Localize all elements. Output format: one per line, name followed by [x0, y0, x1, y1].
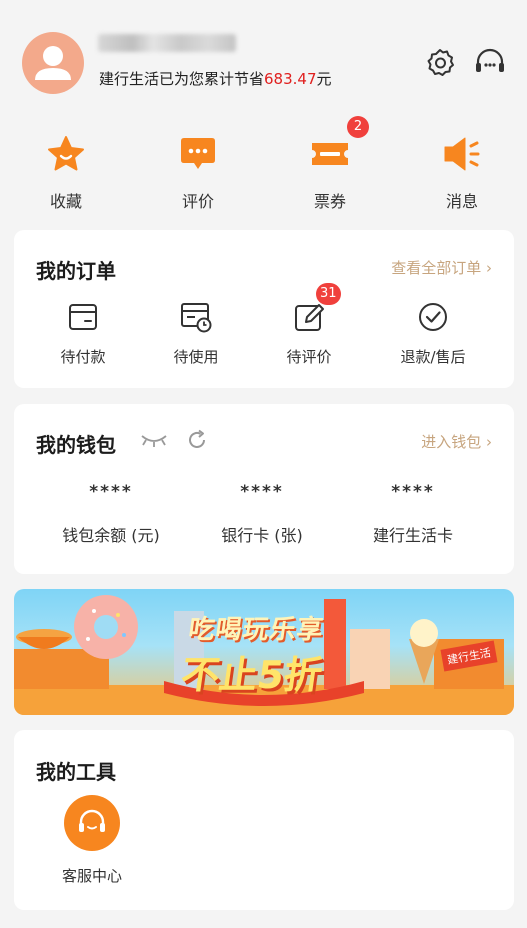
- savings-amount: 683.47: [264, 70, 317, 88]
- edit-icon: 31: [292, 283, 341, 334]
- review-count-badge: 31: [316, 283, 341, 305]
- wallet-balance[interactable]: **** 钱包余额 (元): [36, 482, 186, 546]
- wallet-bank-cards[interactable]: **** 银行卡 (张): [187, 482, 337, 546]
- tickets-badge: 2: [347, 116, 369, 138]
- banner-headline: 吃喝玩乐享: [186, 615, 326, 645]
- star-icon: [46, 134, 86, 174]
- view-all-orders-link[interactable]: 查看全部订单 ›: [391, 257, 492, 278]
- calendar-clock-icon: [179, 300, 213, 334]
- wallet-title: 我的钱包: [36, 433, 116, 457]
- banner-subheadline: 不止5折: [178, 653, 326, 697]
- quick-action-favorites[interactable]: 收藏: [21, 134, 111, 212]
- wallet-life-card[interactable]: **** 建行生活卡: [338, 482, 488, 546]
- order-refund[interactable]: 退款/售后: [378, 300, 488, 367]
- wallet-outline-icon: [66, 300, 100, 334]
- customer-service-icon[interactable]: [473, 46, 507, 80]
- savings-text: 建行生活已为您累计节省683.47元: [99, 70, 332, 88]
- user-avatar-icon: [35, 46, 71, 80]
- orders-card: 我的订单 查看全部订单 › 待付款 待使用 31 待评价 退款/售后: [14, 230, 514, 388]
- wallet-card: 我的钱包 进入钱包 › **** 钱包余额 (元) **** 银行卡 (张) *…: [14, 404, 514, 574]
- quick-action-messages[interactable]: 消息: [417, 134, 507, 212]
- tools-title: 我的工具: [36, 760, 116, 784]
- quick-action-reviews[interactable]: 评价: [153, 134, 243, 212]
- order-to-use[interactable]: 待使用: [141, 300, 251, 367]
- hide-balance-eye-icon[interactable]: [140, 431, 168, 453]
- ticket-icon: 2: [310, 116, 369, 174]
- speaker-icon: [442, 134, 482, 174]
- headset-icon: [64, 795, 120, 851]
- enter-wallet-link[interactable]: 进入钱包 ›: [421, 431, 492, 452]
- tool-customer-service[interactable]: 客服中心: [46, 795, 138, 886]
- settings-icon[interactable]: [423, 46, 457, 80]
- comment-icon: [178, 134, 218, 174]
- username-blurred: [98, 34, 236, 52]
- refresh-icon[interactable]: [185, 428, 209, 456]
- order-pending-payment[interactable]: 待付款: [28, 300, 138, 367]
- promo-banner[interactable]: 吃喝玩乐享 不止5折 建行生活: [14, 589, 514, 715]
- quick-action-tickets[interactable]: 2 票券: [285, 116, 375, 212]
- order-to-review[interactable]: 31 待评价: [254, 283, 364, 367]
- check-circle-icon: [416, 300, 450, 334]
- avatar[interactable]: [22, 32, 84, 94]
- orders-title: 我的订单: [36, 259, 116, 283]
